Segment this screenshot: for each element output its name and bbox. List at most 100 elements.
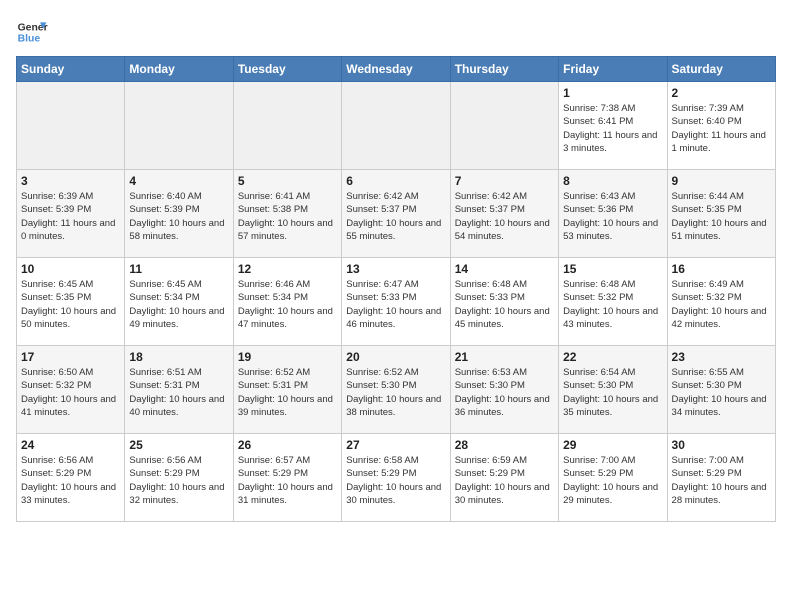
calendar-day-cell: 23 Sunrise: 6:55 AM Sunset: 5:30 PM Dayli… — [667, 346, 775, 434]
day-info: Sunrise: 6:43 AM Sunset: 5:36 PM Dayligh… — [563, 190, 662, 243]
day-info: Sunrise: 7:39 AM Sunset: 6:40 PM Dayligh… — [672, 102, 771, 155]
svg-text:Blue: Blue — [18, 34, 41, 45]
calendar-day-cell: 8 Sunrise: 6:43 AM Sunset: 5:36 PM Daylig… — [559, 170, 667, 258]
calendar-day-cell: 16 Sunrise: 6:49 AM Sunset: 5:32 PM Dayli… — [667, 258, 775, 346]
day-number: 26 — [238, 438, 337, 452]
calendar-day-cell: 4 Sunrise: 6:40 AM Sunset: 5:39 PM Daylig… — [125, 170, 233, 258]
calendar-day-cell: 1 Sunrise: 7:38 AM Sunset: 6:41 PM Daylig… — [559, 82, 667, 170]
day-number: 12 — [238, 262, 337, 276]
calendar-day-cell: 15 Sunrise: 6:48 AM Sunset: 5:32 PM Dayli… — [559, 258, 667, 346]
calendar-day-cell: 22 Sunrise: 6:54 AM Sunset: 5:30 PM Dayli… — [559, 346, 667, 434]
calendar-day-cell: 2 Sunrise: 7:39 AM Sunset: 6:40 PM Daylig… — [667, 82, 775, 170]
day-number: 24 — [21, 438, 120, 452]
calendar-week-row: 1 Sunrise: 7:38 AM Sunset: 6:41 PM Daylig… — [17, 82, 776, 170]
calendar-day-cell: 21Sunrise: 6:53 AM Sunset: 5:30 PM Dayli… — [450, 346, 558, 434]
calendar-week-row: 3Sunrise: 6:39 AM Sunset: 5:39 PM Daylig… — [17, 170, 776, 258]
calendar-day-cell: 28Sunrise: 6:59 AM Sunset: 5:29 PM Dayli… — [450, 434, 558, 522]
calendar-day-cell — [17, 82, 125, 170]
calendar-day-cell — [125, 82, 233, 170]
calendar-day-cell: 29 Sunrise: 7:00 AM Sunset: 5:29 PM Dayli… — [559, 434, 667, 522]
day-number: 4 — [129, 174, 228, 188]
day-number: 18 — [129, 350, 228, 364]
day-info: Sunrise: 6:54 AM Sunset: 5:30 PM Dayligh… — [563, 366, 662, 419]
calendar-day-cell: 9 Sunrise: 6:44 AM Sunset: 5:35 PM Daylig… — [667, 170, 775, 258]
day-number: 2 — [672, 86, 771, 100]
calendar-day-cell — [342, 82, 450, 170]
day-number: 16 — [672, 262, 771, 276]
day-info: Sunrise: 6:58 AM Sunset: 5:29 PM Dayligh… — [346, 454, 445, 507]
header: General Blue — [16, 16, 776, 48]
day-info: Sunrise: 7:38 AM Sunset: 6:41 PM Dayligh… — [563, 102, 662, 155]
logo: General Blue — [16, 16, 48, 48]
weekday-header: Thursday — [450, 57, 558, 82]
day-info: Sunrise: 6:56 AM Sunset: 5:29 PM Dayligh… — [129, 454, 228, 507]
day-number: 27 — [346, 438, 445, 452]
header-row: SundayMondayTuesdayWednesdayThursdayFrid… — [17, 57, 776, 82]
day-number: 8 — [563, 174, 662, 188]
day-number: 7 — [455, 174, 554, 188]
calendar-day-cell: 19 Sunrise: 6:52 AM Sunset: 5:31 PM Dayli… — [233, 346, 341, 434]
day-info: Sunrise: 6:42 AM Sunset: 5:37 PM Dayligh… — [455, 190, 554, 243]
calendar-week-row: 17 Sunrise: 6:50 AM Sunset: 5:32 PM Dayli… — [17, 346, 776, 434]
day-info: Sunrise: 6:41 AM Sunset: 5:38 PM Dayligh… — [238, 190, 337, 243]
calendar-day-cell: 14Sunrise: 6:48 AM Sunset: 5:33 PM Dayli… — [450, 258, 558, 346]
day-number: 9 — [672, 174, 771, 188]
day-info: Sunrise: 6:42 AM Sunset: 5:37 PM Dayligh… — [346, 190, 445, 243]
day-info: Sunrise: 6:44 AM Sunset: 5:35 PM Dayligh… — [672, 190, 771, 243]
calendar-day-cell: 30Sunrise: 7:00 AM Sunset: 5:29 PM Dayli… — [667, 434, 775, 522]
day-info: Sunrise: 6:56 AM Sunset: 5:29 PM Dayligh… — [21, 454, 120, 507]
calendar-day-cell: 17 Sunrise: 6:50 AM Sunset: 5:32 PM Dayli… — [17, 346, 125, 434]
day-info: Sunrise: 6:47 AM Sunset: 5:33 PM Dayligh… — [346, 278, 445, 331]
day-info: Sunrise: 6:49 AM Sunset: 5:32 PM Dayligh… — [672, 278, 771, 331]
calendar-week-row: 24 Sunrise: 6:56 AM Sunset: 5:29 PM Dayli… — [17, 434, 776, 522]
day-number: 13 — [346, 262, 445, 276]
calendar-day-cell: 11 Sunrise: 6:45 AM Sunset: 5:34 PM Dayli… — [125, 258, 233, 346]
calendar-week-row: 10 Sunrise: 6:45 AM Sunset: 5:35 PM Dayli… — [17, 258, 776, 346]
day-number: 22 — [563, 350, 662, 364]
calendar-day-cell — [450, 82, 558, 170]
day-number: 20 — [346, 350, 445, 364]
calendar-day-cell: 10 Sunrise: 6:45 AM Sunset: 5:35 PM Dayli… — [17, 258, 125, 346]
day-number: 25 — [129, 438, 228, 452]
calendar-day-cell: 6 Sunrise: 6:42 AM Sunset: 5:37 PM Daylig… — [342, 170, 450, 258]
day-number: 28 — [455, 438, 554, 452]
day-info: Sunrise: 6:45 AM Sunset: 5:34 PM Dayligh… — [129, 278, 228, 331]
day-number: 11 — [129, 262, 228, 276]
day-number: 15 — [563, 262, 662, 276]
calendar: SundayMondayTuesdayWednesdayThursdayFrid… — [16, 56, 776, 522]
day-number: 23 — [672, 350, 771, 364]
calendar-body: 1 Sunrise: 7:38 AM Sunset: 6:41 PM Daylig… — [17, 82, 776, 522]
day-info: Sunrise: 6:55 AM Sunset: 5:30 PM Dayligh… — [672, 366, 771, 419]
calendar-day-cell: 27 Sunrise: 6:58 AM Sunset: 5:29 PM Dayli… — [342, 434, 450, 522]
calendar-day-cell: 20Sunrise: 6:52 AM Sunset: 5:30 PM Dayli… — [342, 346, 450, 434]
weekday-header: Tuesday — [233, 57, 341, 82]
logo-icon: General Blue — [16, 16, 48, 48]
day-number: 6 — [346, 174, 445, 188]
day-number: 19 — [238, 350, 337, 364]
day-info: Sunrise: 6:45 AM Sunset: 5:35 PM Dayligh… — [21, 278, 120, 331]
calendar-day-cell: 5 Sunrise: 6:41 AM Sunset: 5:38 PM Daylig… — [233, 170, 341, 258]
weekday-header: Saturday — [667, 57, 775, 82]
day-number: 21 — [455, 350, 554, 364]
day-info: Sunrise: 6:52 AM Sunset: 5:31 PM Dayligh… — [238, 366, 337, 419]
day-number: 10 — [21, 262, 120, 276]
calendar-day-cell: 7 Sunrise: 6:42 AM Sunset: 5:37 PM Daylig… — [450, 170, 558, 258]
calendar-day-cell: 3Sunrise: 6:39 AM Sunset: 5:39 PM Daylig… — [17, 170, 125, 258]
day-number: 29 — [563, 438, 662, 452]
calendar-day-cell: 25 Sunrise: 6:56 AM Sunset: 5:29 PM Dayli… — [125, 434, 233, 522]
day-number: 5 — [238, 174, 337, 188]
day-info: Sunrise: 6:50 AM Sunset: 5:32 PM Dayligh… — [21, 366, 120, 419]
day-number: 17 — [21, 350, 120, 364]
calendar-day-cell: 18 Sunrise: 6:51 AM Sunset: 5:31 PM Dayli… — [125, 346, 233, 434]
calendar-day-cell: 12Sunrise: 6:46 AM Sunset: 5:34 PM Dayli… — [233, 258, 341, 346]
day-info: Sunrise: 7:00 AM Sunset: 5:29 PM Dayligh… — [563, 454, 662, 507]
calendar-day-cell: 13 Sunrise: 6:47 AM Sunset: 5:33 PM Dayli… — [342, 258, 450, 346]
calendar-day-cell — [233, 82, 341, 170]
day-info: Sunrise: 6:57 AM Sunset: 5:29 PM Dayligh… — [238, 454, 337, 507]
day-info: Sunrise: 6:51 AM Sunset: 5:31 PM Dayligh… — [129, 366, 228, 419]
day-info: Sunrise: 6:48 AM Sunset: 5:33 PM Dayligh… — [455, 278, 554, 331]
day-number: 1 — [563, 86, 662, 100]
day-info: Sunrise: 6:40 AM Sunset: 5:39 PM Dayligh… — [129, 190, 228, 243]
day-info: Sunrise: 6:48 AM Sunset: 5:32 PM Dayligh… — [563, 278, 662, 331]
weekday-header: Monday — [125, 57, 233, 82]
